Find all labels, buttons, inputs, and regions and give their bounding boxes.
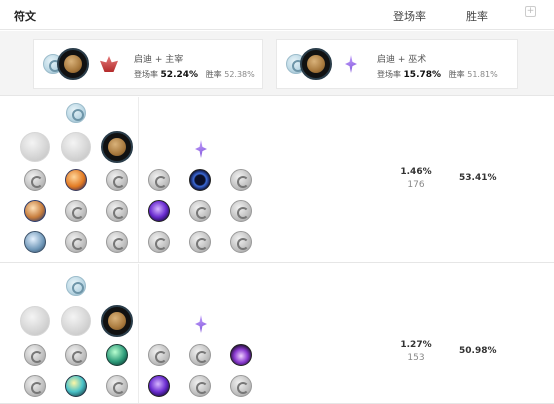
rune-icon bbox=[148, 169, 170, 191]
primary-tree-rune-icon bbox=[20, 132, 50, 162]
rune-icon bbox=[148, 344, 170, 366]
rune-icon bbox=[24, 200, 46, 222]
win-rate-value: 53.41% bbox=[459, 173, 497, 183]
win-rate-header[interactable]: 胜率 bbox=[466, 8, 488, 24]
games-count: 153 bbox=[407, 353, 425, 363]
rune-icon bbox=[148, 375, 170, 397]
games-count: 176 bbox=[407, 180, 425, 190]
rune-icon bbox=[148, 231, 170, 253]
rune-icon bbox=[230, 375, 252, 397]
rune-icon bbox=[230, 200, 252, 222]
column-divider bbox=[138, 264, 139, 403]
keystone-rune-icon bbox=[101, 305, 133, 337]
sorcery-tree-icon bbox=[190, 138, 212, 160]
win-rate-value: 50.98% bbox=[459, 346, 497, 356]
pick-rate-value: 15.78% bbox=[403, 70, 442, 80]
tree-summary-band: 启迪 + 主宰 登场率 52.24% 胜率 52.38% 启迪 + 巫术 登场率… bbox=[0, 31, 554, 96]
sorcery-tree-icon bbox=[190, 313, 212, 335]
rune-icon bbox=[189, 231, 211, 253]
rune-icon bbox=[189, 344, 211, 366]
tree-combo-stats: 登场率 15.78% 胜率 51.81% bbox=[377, 70, 498, 80]
rune-icon bbox=[24, 169, 46, 191]
rune-icon bbox=[65, 375, 87, 397]
rune-icon bbox=[65, 344, 87, 366]
table-header: 符文 登场率 胜率 + bbox=[0, 0, 554, 30]
primary-tree-rune-icon bbox=[20, 306, 50, 336]
tree-summary-card[interactable]: 启迪 + 主宰 登场率 52.24% 胜率 52.38% bbox=[33, 39, 263, 89]
secondary-tree-rune-icon bbox=[61, 306, 91, 336]
rune-shard-icon bbox=[66, 103, 86, 123]
rune-icon bbox=[65, 200, 87, 222]
sorcery-tree-icon bbox=[340, 53, 362, 75]
keystone-rune-icon bbox=[57, 48, 89, 80]
tree-combo-stats: 登场率 52.24% 胜率 52.38% bbox=[134, 70, 255, 80]
rune-icon bbox=[24, 344, 46, 366]
rune-icon bbox=[230, 344, 252, 366]
tree-summary-card[interactable]: 启迪 + 巫术 登场率 15.78% 胜率 51.81% bbox=[276, 39, 518, 89]
secondary-tree-rune-icon bbox=[61, 132, 91, 162]
rune-icon bbox=[24, 231, 46, 253]
rune-icon bbox=[189, 375, 211, 397]
pick-rate-value: 52.24% bbox=[160, 70, 199, 80]
rune-icon bbox=[106, 344, 128, 366]
pick-rate-cell: 1.27% 153 bbox=[396, 340, 436, 363]
rune-icon bbox=[106, 169, 128, 191]
rune-icon bbox=[230, 169, 252, 191]
rune-page-row[interactable]: 1.27% 153 50.98% bbox=[0, 264, 554, 404]
rune-shard-icon bbox=[66, 276, 86, 296]
rune-icon bbox=[189, 169, 211, 191]
pick-rate-cell: 1.46% 176 bbox=[396, 167, 436, 190]
domination-tree-icon bbox=[97, 52, 121, 76]
rune-page-row[interactable]: 1.46% 176 53.41% bbox=[0, 97, 554, 263]
rune-icon bbox=[106, 375, 128, 397]
keystone-rune-icon bbox=[300, 48, 332, 80]
tree-combo-name: 启迪 + 主宰 bbox=[134, 55, 184, 65]
pick-rate-value: 1.27% bbox=[400, 340, 432, 350]
rune-icon bbox=[189, 200, 211, 222]
rune-icon bbox=[230, 231, 252, 253]
rune-icon bbox=[148, 200, 170, 222]
pick-rate-value: 1.46% bbox=[400, 167, 432, 177]
add-button[interactable]: + bbox=[525, 6, 536, 17]
rune-icon bbox=[24, 375, 46, 397]
column-divider bbox=[138, 97, 139, 262]
rune-icon bbox=[65, 231, 87, 253]
rune-icon bbox=[65, 169, 87, 191]
rune-icon bbox=[106, 200, 128, 222]
pick-rate-header[interactable]: 登场率 bbox=[393, 8, 426, 24]
win-rate-value: 51.81% bbox=[467, 70, 498, 79]
keystone-rune-icon bbox=[101, 131, 133, 163]
rune-icon bbox=[106, 231, 128, 253]
tree-combo-name: 启迪 + 巫术 bbox=[377, 55, 427, 65]
win-rate-value: 52.38% bbox=[224, 70, 255, 79]
header-title: 符文 bbox=[14, 10, 36, 23]
